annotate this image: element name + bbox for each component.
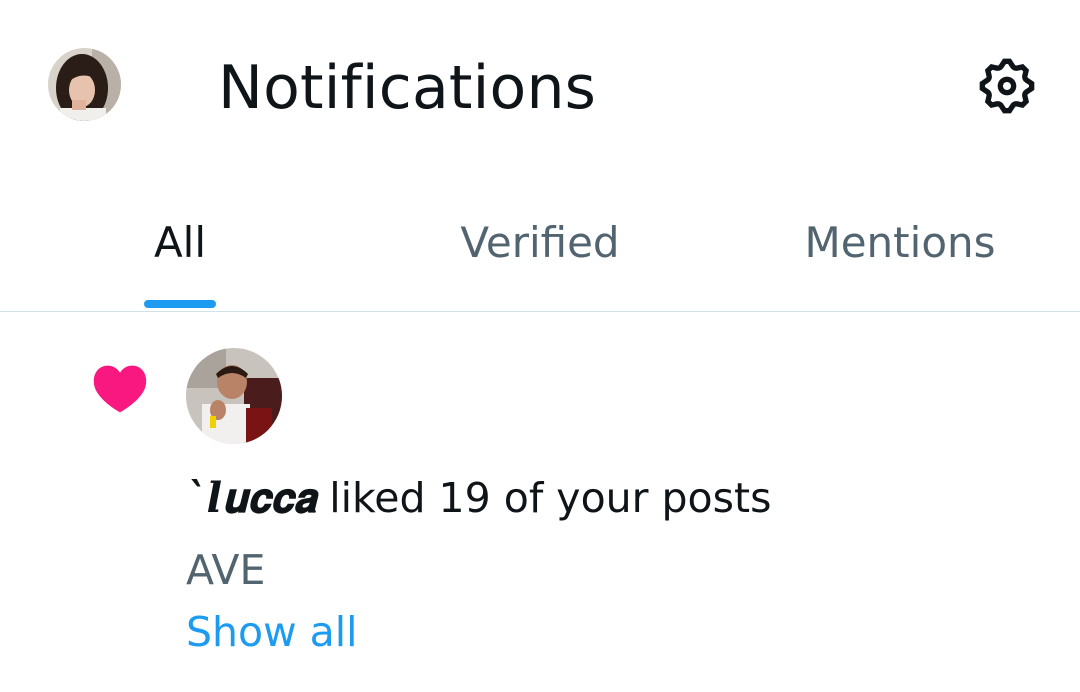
tab-all[interactable]: All — [0, 170, 360, 311]
show-all-link[interactable]: Show all — [186, 606, 358, 658]
tab-verified[interactable]: Verified — [360, 170, 720, 311]
active-tab-indicator — [144, 300, 216, 308]
post-preview[interactable]: AVE — [186, 544, 265, 596]
tab-mentions[interactable]: Mentions — [720, 170, 1080, 311]
page-title: Notifications — [218, 53, 597, 123]
actor-avatar[interactable] — [186, 348, 282, 444]
notification-item[interactable]: `𝒍𝐮𝐜𝐜𝐚 liked 19 of your posts AVE Show a… — [0, 312, 1080, 692]
notification-tabs: All Verified Mentions — [0, 170, 1080, 312]
top-bar: Notifications — [0, 0, 1080, 170]
heart-icon — [93, 365, 147, 413]
actor-avatar-image — [186, 348, 282, 444]
settings-button[interactable] — [968, 50, 1046, 122]
notification-action: liked 19 of your posts — [316, 474, 772, 522]
user-avatar[interactable] — [48, 48, 121, 121]
gear-icon — [979, 58, 1035, 114]
user-avatar-image — [48, 48, 121, 121]
actor-name[interactable]: `𝒍𝐮𝐜𝐜𝐚 — [186, 474, 316, 522]
tab-label: Verified — [460, 218, 620, 267]
notifications-page: Notifications All Verified Mentions `𝒍𝐮𝐜… — [0, 0, 1080, 692]
tab-label: All — [153, 218, 207, 267]
notification-text: `𝒍𝐮𝐜𝐜𝐚 liked 19 of your posts — [186, 472, 771, 524]
tab-label: Mentions — [804, 218, 996, 267]
